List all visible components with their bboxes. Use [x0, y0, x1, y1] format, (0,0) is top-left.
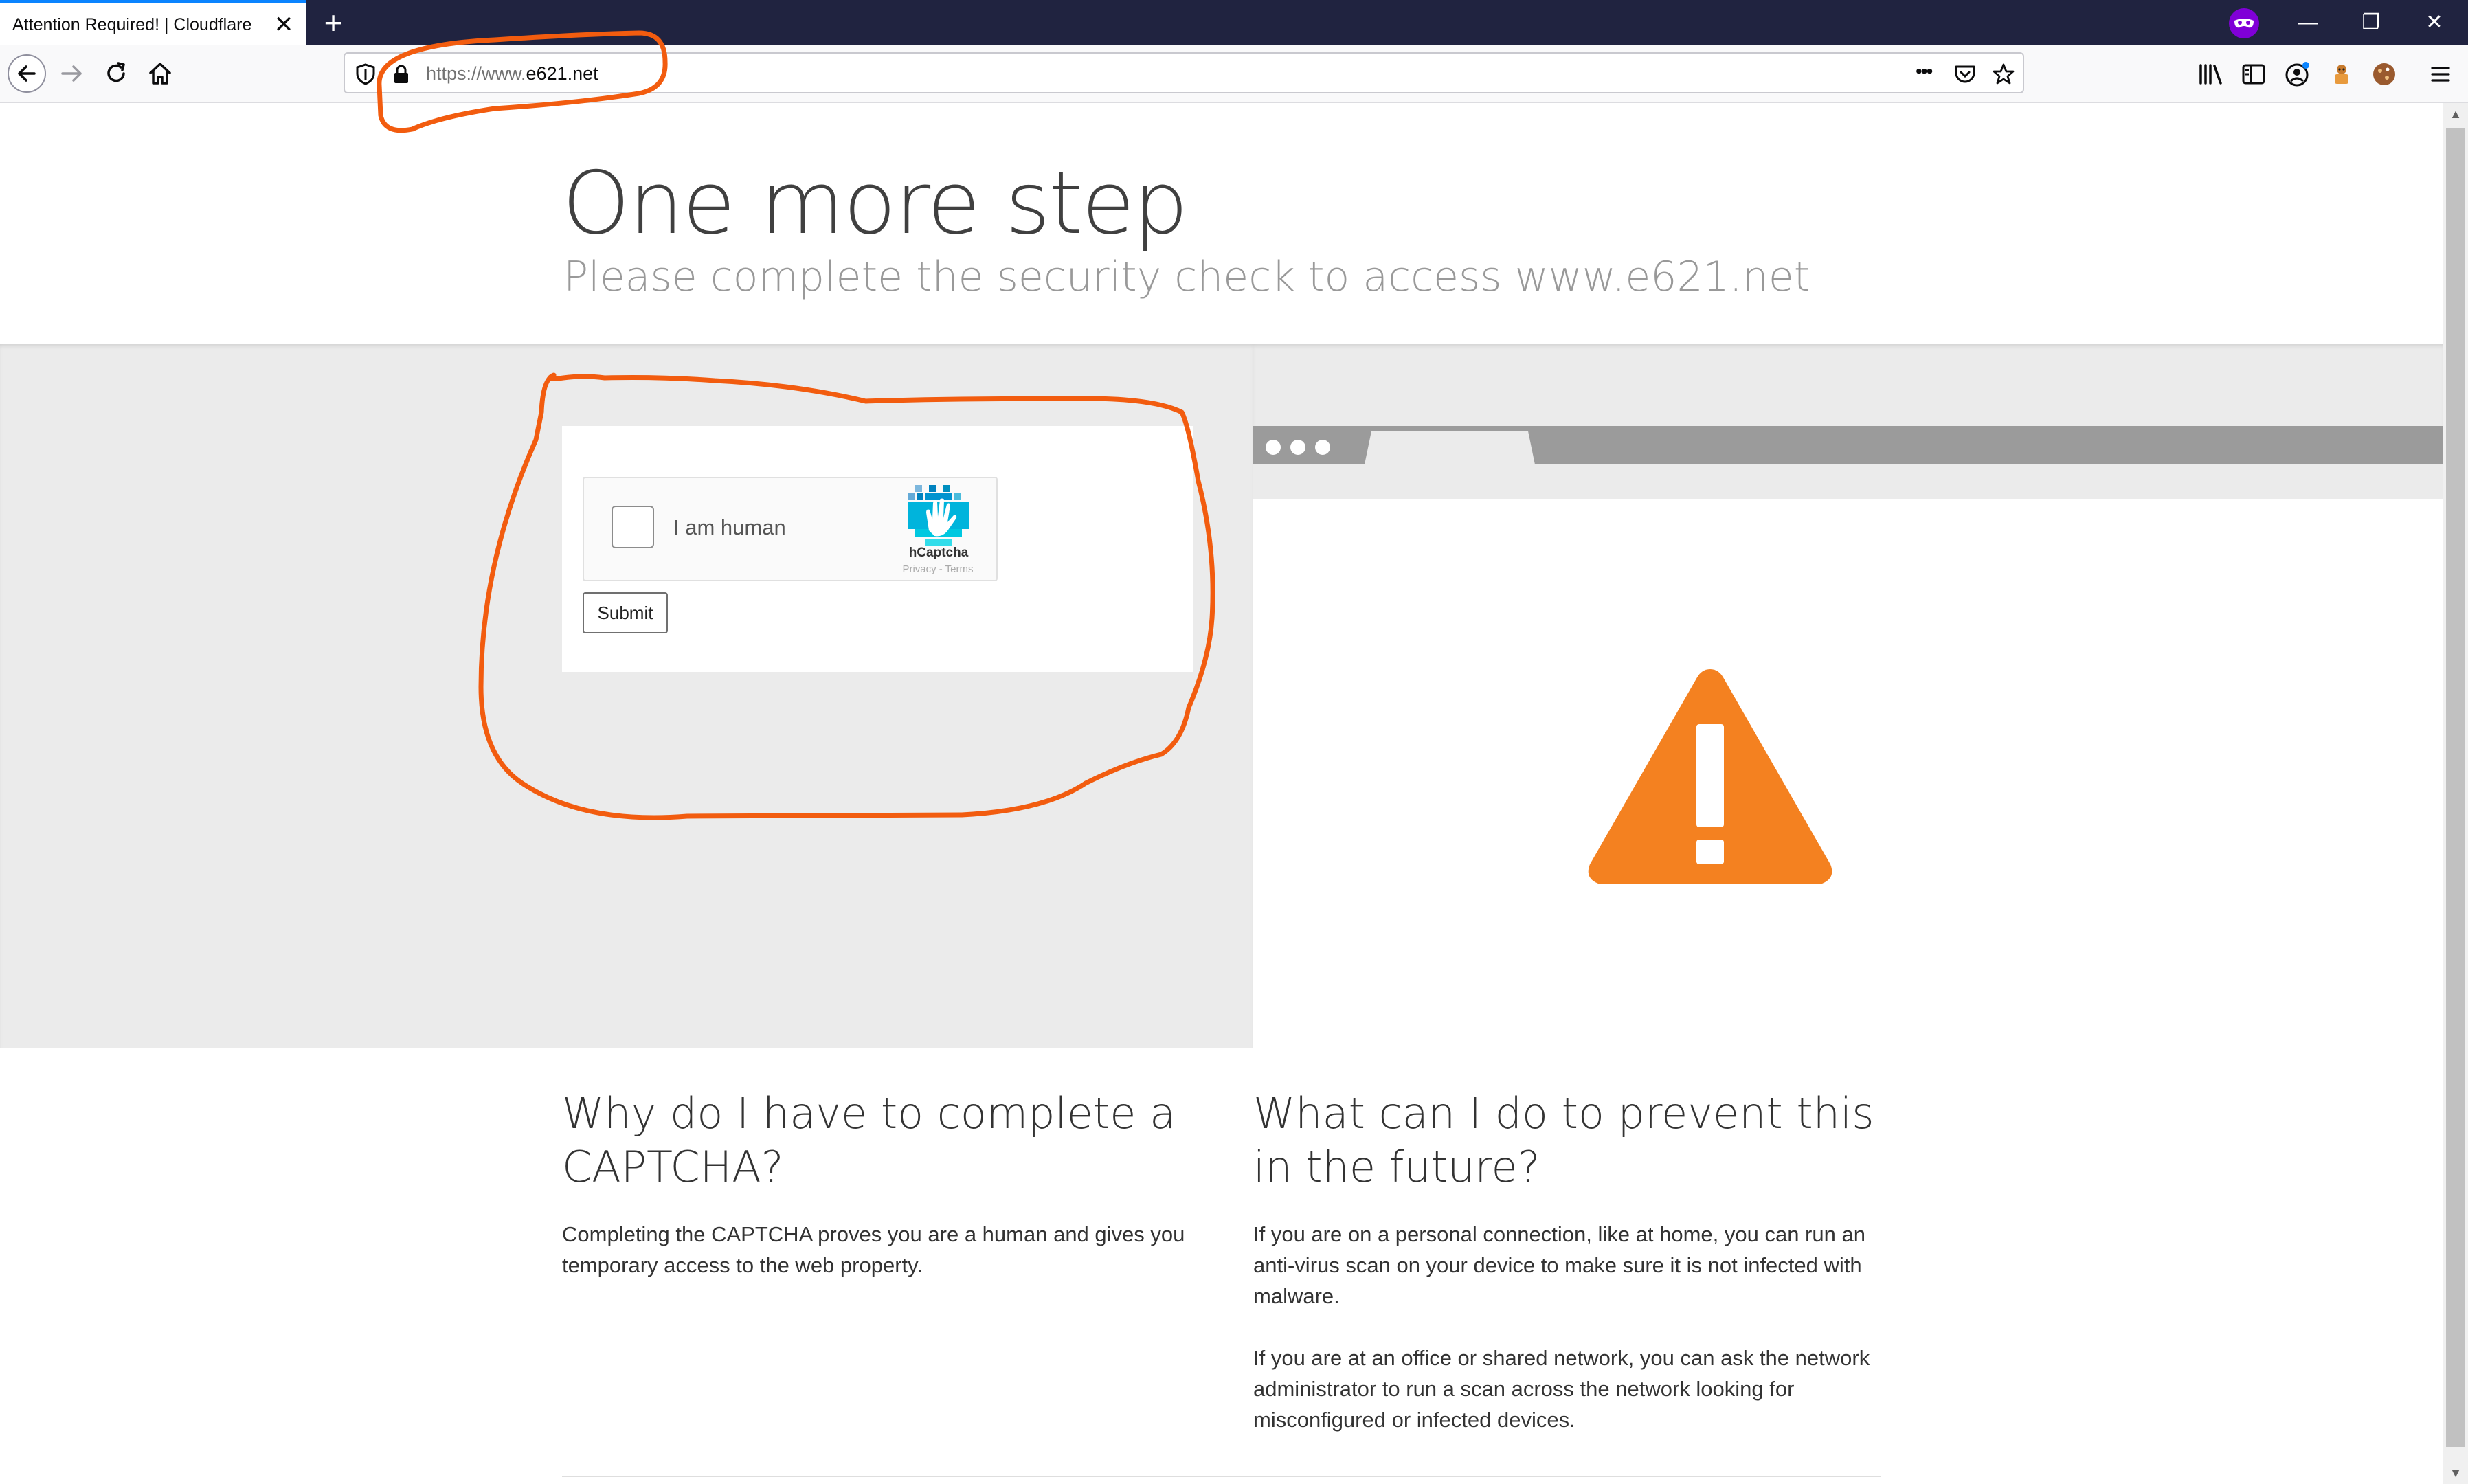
- hcaptcha-label: I am human: [673, 515, 786, 539]
- illustration-browser-body: [1253, 499, 2443, 1048]
- tab-bar: Attention Required! | Cloudflare ✕ + — ❐…: [0, 0, 2468, 45]
- page-title: One more step: [562, 153, 1189, 254]
- page-scrollbar[interactable]: ▲ ▼: [2443, 103, 2468, 1484]
- page-actions-button[interactable]: •••: [1916, 60, 1933, 82]
- tracking-shield-icon[interactable]: [352, 60, 379, 88]
- page-subtitle: Please complete the security check to ac…: [563, 253, 1810, 301]
- warning-triangle-icon: [1588, 669, 1832, 884]
- sidebar-icon[interactable]: [2239, 59, 2269, 89]
- illustration-tab: [1365, 431, 1535, 464]
- tab-close-button[interactable]: ✕: [271, 12, 296, 37]
- window-close-button[interactable]: ✕: [2417, 7, 2452, 38]
- back-button[interactable]: [5, 52, 48, 95]
- pocket-icon[interactable]: [1951, 60, 1979, 88]
- back-arrow-icon: [8, 54, 46, 93]
- lock-icon[interactable]: [388, 60, 415, 88]
- url-scheme: https://www.: [426, 63, 526, 84]
- home-button[interactable]: [139, 52, 181, 95]
- url-host: e621.net: [526, 63, 598, 84]
- private-mask-icon: [2229, 8, 2259, 38]
- header-band: One more step Please complete the securi…: [0, 103, 2443, 344]
- reload-button[interactable]: [95, 52, 137, 95]
- extension-icon[interactable]: [2326, 59, 2357, 89]
- home-icon: [149, 63, 171, 85]
- menu-icon[interactable]: [2425, 59, 2456, 89]
- divider: [562, 1476, 1881, 1477]
- cookie-icon[interactable]: [2369, 59, 2399, 89]
- why-heading: Why do I have to complete a CAPTCHA?: [562, 1088, 1176, 1192]
- prevent-text-office: If you are at an office or shared networ…: [1253, 1346, 1870, 1432]
- navigation-toolbar: https://www.e621.net •••: [0, 45, 2468, 103]
- tab-active[interactable]: Attention Required! | Cloudflare ✕: [0, 0, 306, 45]
- web-page: One more step Please complete the securi…: [0, 103, 2443, 1484]
- illustration-address-strip: [1253, 464, 2443, 499]
- hcaptcha-checkbox[interactable]: [612, 506, 654, 548]
- library-icon[interactable]: [2196, 59, 2226, 89]
- hcaptcha-widget[interactable]: I am human hCaptcha Privacy - Terms: [583, 477, 998, 581]
- scroll-up-arrow[interactable]: ▲: [2449, 107, 2463, 121]
- hcaptcha-privacy-terms-links[interactable]: Privacy - Terms: [886, 563, 989, 575]
- illustration-browser-toolbar: [1253, 426, 2443, 464]
- minimize-button[interactable]: —: [2291, 7, 2325, 38]
- why-text: Completing the CAPTCHA proves you are a …: [562, 1222, 1185, 1277]
- illustration-dot: [1266, 440, 1281, 455]
- submit-button[interactable]: Submit: [583, 592, 668, 633]
- account-icon[interactable]: [2282, 59, 2313, 89]
- hcaptcha-brand: hCaptcha: [908, 546, 969, 560]
- url-text[interactable]: https://www.e621.net: [426, 63, 598, 85]
- scroll-down-arrow[interactable]: ▼: [2449, 1466, 2463, 1480]
- captcha-card: I am human hCaptcha Privacy - Terms Subm…: [562, 426, 1193, 672]
- illustration-dot: [1315, 440, 1330, 455]
- tab-title: Attention Required! | Cloudflare: [12, 15, 252, 34]
- new-tab-button[interactable]: +: [317, 7, 349, 38]
- prevent-heading: What can I do to prevent this in the fut…: [1253, 1088, 1874, 1192]
- forward-button[interactable]: [51, 52, 93, 95]
- scroll-thumb[interactable]: [2446, 128, 2465, 1447]
- prevent-text-personal: If you are on a personal connection, lik…: [1253, 1222, 1865, 1308]
- reload-icon: [107, 62, 125, 82]
- restore-button[interactable]: ❐: [2354, 7, 2388, 38]
- hcaptcha-logo-icon: [908, 485, 969, 546]
- illustration-dot: [1290, 440, 1305, 455]
- url-bar[interactable]: https://www.e621.net •••: [344, 52, 2024, 93]
- forward-arrow-icon: [61, 65, 82, 82]
- bookmark-star-icon[interactable]: [1990, 60, 2017, 88]
